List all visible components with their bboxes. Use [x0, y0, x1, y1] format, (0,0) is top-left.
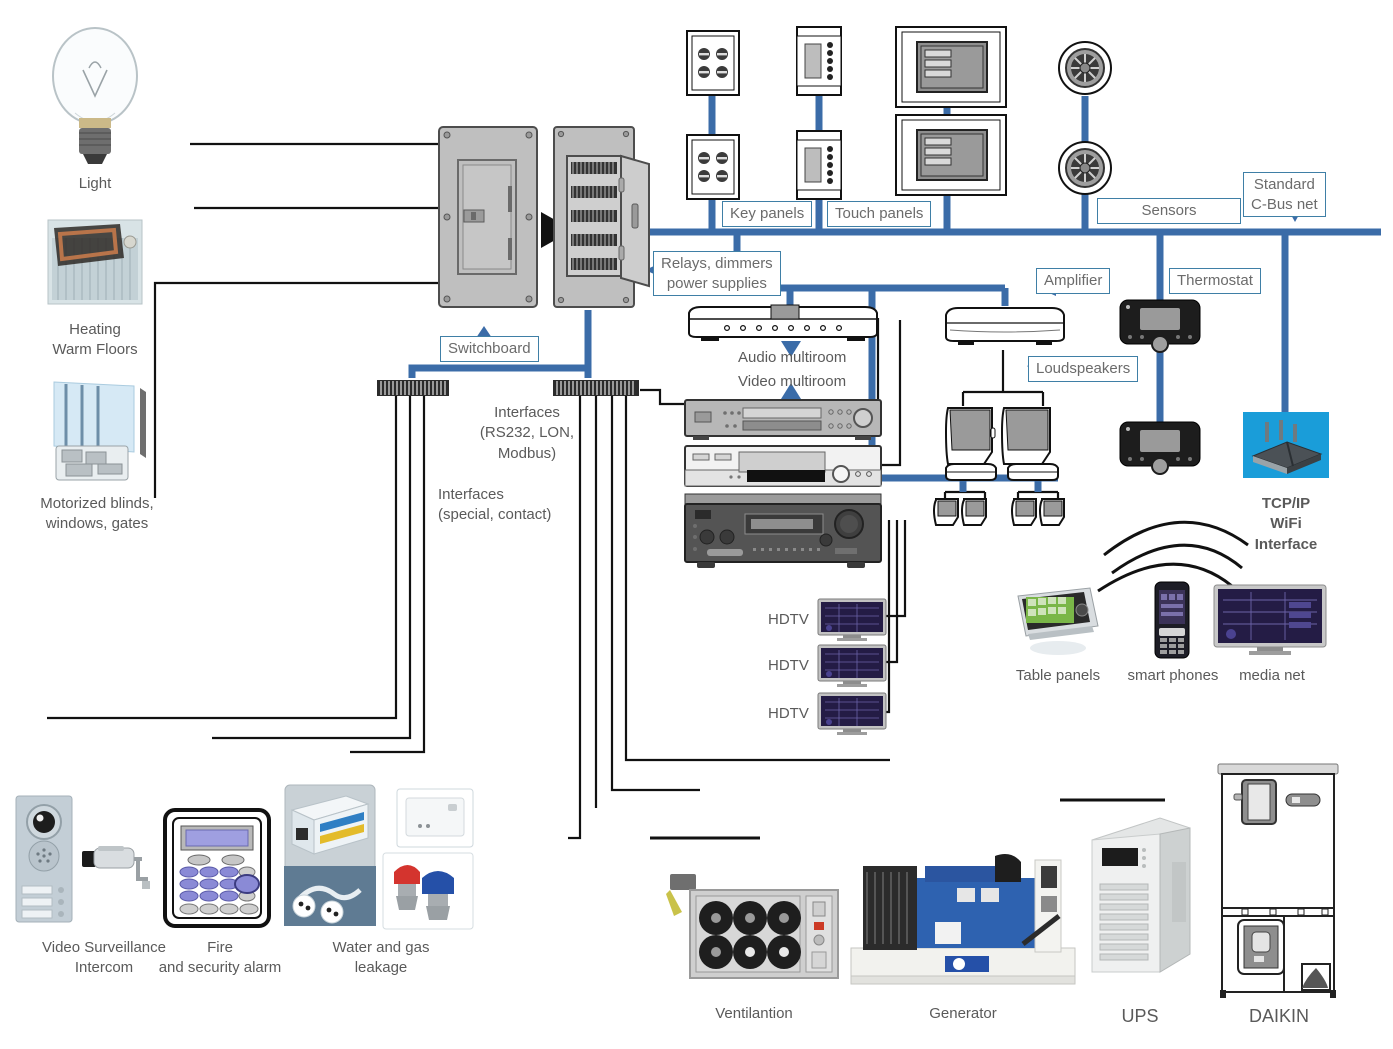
left-device-label-light: Light	[78, 175, 112, 192]
intercom-icon	[14, 794, 74, 924]
interface-terminal-block-1	[377, 380, 449, 396]
hdtv-1	[817, 598, 887, 642]
bottom-right-label-daikin: DAIKIN	[1248, 1006, 1309, 1026]
interface-terminal-block-2	[553, 380, 639, 396]
touch-panel-top	[796, 26, 842, 96]
key-panel-top	[686, 30, 740, 96]
alarm-keypad-icon	[163, 808, 271, 928]
cctv-camera-icon	[78, 843, 150, 891]
media-client-label-media-net: media net	[1239, 667, 1305, 684]
hdtv-label-3: HDTV	[768, 705, 809, 722]
media-client-label-smart-phones: smart phones	[1127, 667, 1219, 684]
daikin-icon	[1216, 762, 1342, 1000]
callout-loudspeakers[interactable]: Loudspeakers	[1028, 356, 1139, 382]
wifi-router-icon	[1243, 412, 1329, 478]
media-net-icon	[1213, 584, 1327, 656]
vcr-player	[683, 444, 883, 490]
bottom-right-label-ventilation: Ventilantion	[715, 1005, 793, 1022]
valves-icon	[382, 852, 474, 930]
amplifier-unit	[940, 303, 1070, 347]
hdtv-label-2: HDTV	[768, 657, 809, 674]
callout-thermostat[interactable]: Thermostat	[1169, 268, 1261, 294]
switchboard-cabinet	[438, 126, 538, 308]
sensor-bottom-icon	[1057, 140, 1113, 196]
leak-sensors-icon	[284, 866, 376, 926]
diagram-canvas: Light Heating Warm Floors Motorized blin…	[0, 0, 1393, 1049]
touch-panel-bottom	[796, 130, 842, 200]
lightbulb-icon	[45, 18, 145, 168]
hdtv-label-1: HDTV	[768, 611, 809, 628]
hdtv-2	[817, 644, 887, 688]
label-video-multiroom: Video multiroom	[738, 373, 847, 390]
key-panel-bottom	[686, 134, 740, 200]
audio-multiroom-unit	[683, 303, 883, 343]
ventilation-icon	[664, 866, 844, 986]
label-interfaces-special: Interfaces (special, contact)	[438, 486, 552, 524]
callout-touch-panels[interactable]: Touch panels	[827, 201, 932, 227]
callout-amplifier[interactable]: Amplifier	[1036, 268, 1111, 294]
touch-screen-top	[895, 26, 1007, 108]
ups-icon	[1086, 812, 1196, 984]
label-tcpip-wifi: TCP/IP WiFi Interface	[1254, 495, 1318, 553]
av-receiver	[683, 492, 883, 570]
bottom-left-label-alarm: Fire and security alarm	[158, 939, 282, 977]
callout-standard-cbus[interactable]: Standard C-Bus net	[1243, 172, 1326, 217]
touch-screen-bottom	[895, 114, 1007, 196]
distribution-board	[553, 126, 655, 308]
callout-relays[interactable]: Relays, dimmers power supplies	[653, 251, 781, 296]
callout-sensors[interactable]: Sensors	[1097, 198, 1241, 224]
gas-detector-icon	[396, 788, 474, 848]
smart-phone-icon	[1151, 580, 1193, 660]
label-interfaces-rs232: Interfaces (RS232, LON, Modbus)	[479, 404, 575, 462]
label-audio-multiroom: Audio multiroom	[738, 349, 847, 366]
window-icon	[48, 380, 148, 490]
leak-kit-box-icon	[284, 784, 376, 876]
bottom-left-label-leakage: Water and gas leakage	[332, 939, 430, 977]
thermostat-top	[1118, 298, 1202, 354]
small-speakers-row	[932, 498, 1068, 528]
thermostat-bottom	[1118, 420, 1202, 476]
speaker-amp-row	[942, 462, 1062, 482]
radiator-icon	[46, 214, 144, 310]
dvd-player	[683, 398, 883, 442]
left-device-label-heating: Heating Warm Floors	[52, 321, 138, 359]
left-device-label-blinds: Motorized blinds, windows, gates	[40, 495, 154, 533]
bottom-right-label-generator: Generator	[929, 1005, 997, 1022]
table-panel-icon	[1012, 584, 1104, 656]
sensor-top-icon	[1057, 40, 1113, 96]
hdtv-3	[817, 692, 887, 736]
generator-icon	[845, 848, 1081, 990]
callout-switchboard[interactable]: Switchboard	[440, 336, 539, 362]
bottom-right-label-ups: UPS	[1121, 1006, 1159, 1026]
callout-key-panels[interactable]: Key panels	[722, 201, 813, 227]
media-client-label-table-panels: Table panels	[1015, 667, 1101, 684]
